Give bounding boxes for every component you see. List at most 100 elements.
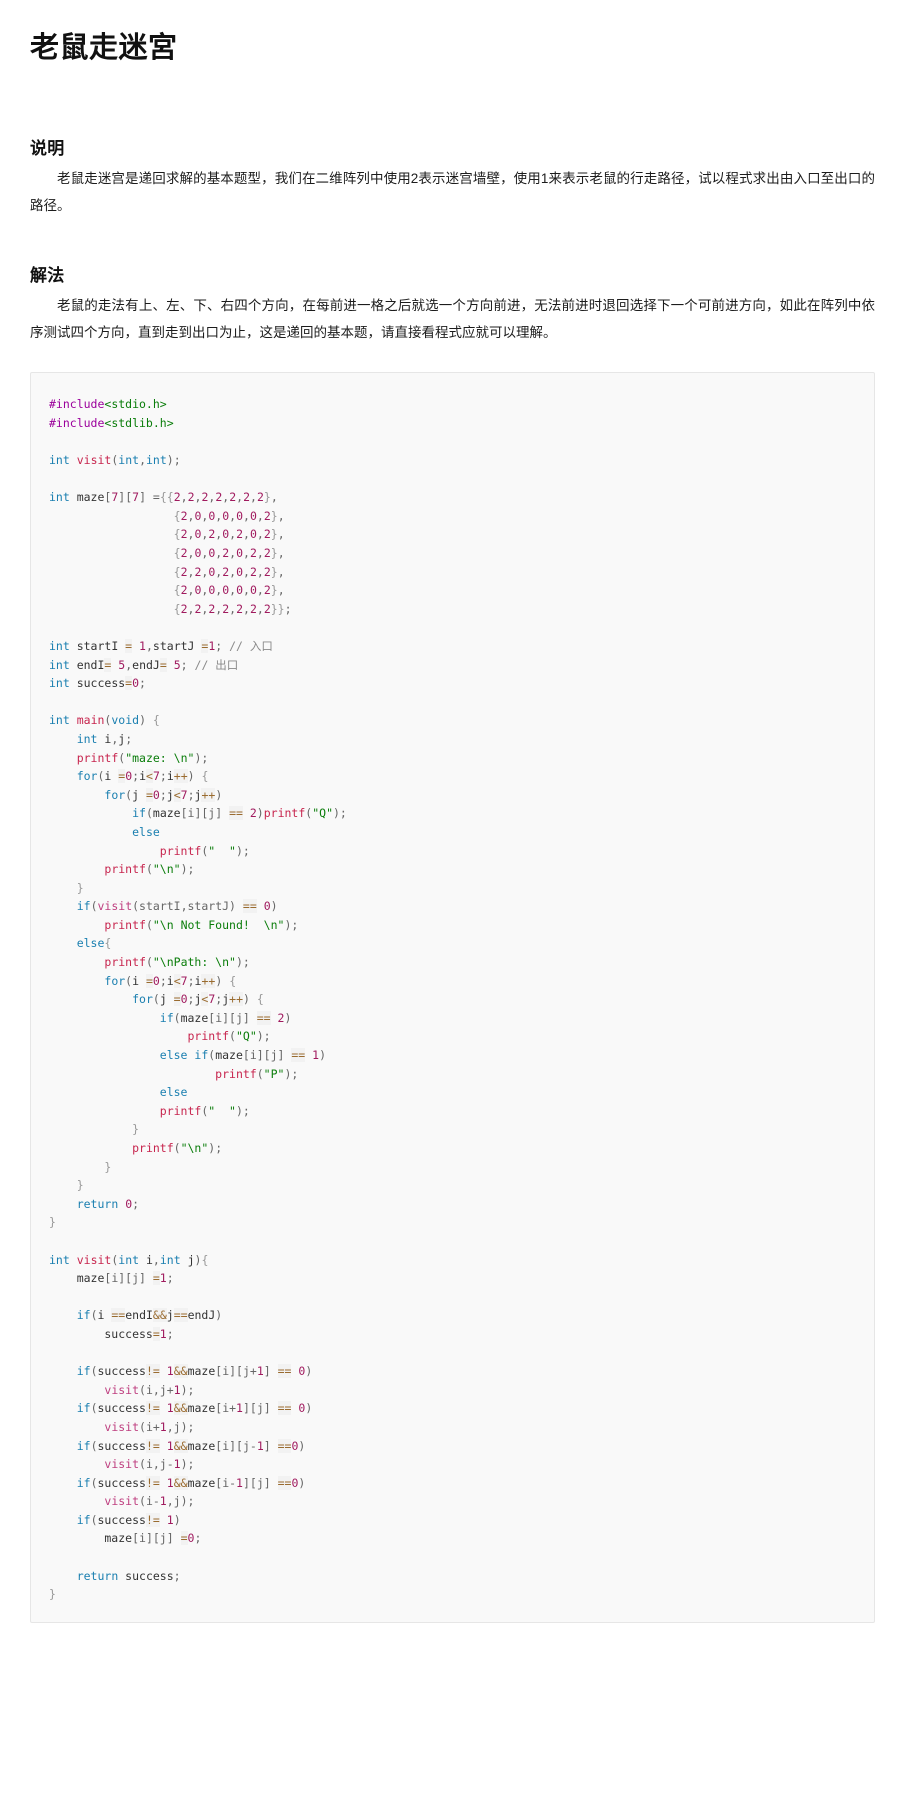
code-token-brc: } [270, 564, 278, 579]
code-token-pn: [i][j] [132, 1531, 181, 1546]
code-line: printf(" "); [49, 842, 856, 861]
code-line: visit(i,j+1); [49, 1381, 856, 1400]
code-token-num: 2 [180, 546, 188, 560]
code-token-k: if [76, 1364, 91, 1379]
code-token-k: int [49, 638, 70, 653]
code-token-pn: ( [229, 1029, 236, 1044]
code-token-id [49, 1401, 77, 1415]
code-token-pn: ); [180, 1457, 195, 1472]
code-token-pn: , [277, 508, 285, 523]
code-token-pn: (i,j- [139, 1457, 174, 1472]
code-token-brc: }} [270, 601, 285, 616]
code-line: } [49, 1120, 856, 1139]
code-token-pn: ; [173, 1568, 181, 1583]
code-token-pn: ; [166, 1326, 174, 1341]
code-line: printf("\n"); [49, 860, 856, 879]
code-token-id [49, 1308, 77, 1322]
code-body[interactable]: #include<stdio.h> #include<stdlib.h> int … [31, 395, 874, 1604]
code-line: if(success!= 1&&maze[i-1][j] ==0) [49, 1474, 856, 1493]
document-page: 老鼠走迷宮 说明 老鼠走迷宫是递回求解的基本题型，我们在二维阵列中使用2表示迷宫… [0, 0, 905, 1653]
code-token-brc: { [173, 583, 181, 598]
code-token-k: return [76, 1196, 119, 1211]
code-token-num: 1 [139, 638, 146, 653]
code-token-k: int [49, 657, 70, 672]
code-token-fn2: visit [104, 1419, 140, 1434]
code-token-brc: { [173, 564, 181, 579]
code-token-id [49, 1085, 160, 1099]
code-token-num: 2 [249, 806, 257, 821]
code-token-id: j [159, 992, 174, 1007]
code-token-brc: { [173, 546, 181, 560]
code-token-k: if [76, 1475, 91, 1490]
code-token-id [49, 583, 174, 597]
code-token-id: endI [125, 1308, 153, 1323]
code-token-fn: printf [263, 806, 306, 821]
code-token-hdr: <stdlib.h> [104, 415, 174, 430]
code-token-brc: } [49, 1587, 56, 1602]
code-token-pn: [i][j] [180, 806, 230, 821]
code-token-op: < [173, 787, 181, 802]
code-token-num: 2 [263, 583, 271, 598]
code-token-fn2: visit [104, 1457, 140, 1472]
code-token-brc: {{ [159, 490, 174, 505]
code-token-pn: , [243, 546, 250, 560]
code-token-num: 1 [166, 1475, 174, 1490]
code-token-id [257, 899, 264, 913]
code-token-num: 2 [243, 490, 251, 505]
code-token-id [49, 1513, 77, 1527]
code-token-k: int [49, 490, 70, 505]
code-token-fn2: visit [104, 1382, 140, 1397]
code-token-pn: ] [263, 1438, 278, 1453]
code-line: int visit(int,int); [49, 451, 856, 470]
code-token-cm: // 入口 [222, 638, 273, 653]
code-token-op: ++ [173, 769, 188, 784]
code-token-pn: , [256, 601, 264, 616]
code-token-pn: , [152, 1252, 160, 1267]
code-block[interactable]: #include<stdio.h> #include<stdlib.h> int … [30, 372, 875, 1623]
code-token-fn: visit [76, 1252, 112, 1267]
section-heading-description: 说明 [30, 139, 65, 159]
code-line: printf("maze: \n"); [49, 749, 856, 768]
code-line: maze[i][j] =1; [49, 1269, 856, 1288]
code-token-op: != [145, 1475, 160, 1490]
code-token-pn: ][j] [242, 1401, 278, 1416]
code-token-brc: } [270, 583, 278, 598]
code-token-str: " " [208, 1103, 236, 1118]
code-token-pn: [i][j] [242, 1048, 292, 1063]
code-token-id: maze [215, 1048, 243, 1063]
code-line: #include<stdio.h> [49, 395, 856, 414]
code-token-brc: { [173, 508, 181, 523]
code-token-id [49, 1569, 77, 1583]
code-token-id [49, 992, 132, 1006]
code-token-pn: ); [166, 453, 181, 468]
code-line: if(i ==endI&&j==endJ) [49, 1306, 856, 1325]
code-token-pn: ); [208, 1141, 223, 1155]
code-token-pn: ; [284, 601, 292, 616]
code-token-id [49, 1029, 187, 1043]
code-token-str: "Q" [312, 806, 333, 821]
code-token-pn: , [256, 508, 264, 523]
code-token-fn: printf [215, 1066, 257, 1081]
code-token-num: 2 [263, 601, 271, 616]
code-token-pn: ); [256, 1029, 271, 1044]
code-token-pn: ) [173, 1512, 181, 1527]
code-token-num: 0 [236, 546, 243, 560]
code-line: if(success!= 1&&maze[i+1][j] == 0) [49, 1399, 856, 1418]
code-token-id [49, 974, 104, 988]
code-line: if(visit(startI,startJ) == 0) [49, 897, 856, 916]
code-token-id: i [104, 769, 119, 784]
code-token-num: 2 [187, 490, 195, 505]
code-token-pn: ) [305, 1401, 313, 1416]
code-line: {2,0,0,2,0,2,2}, [49, 544, 856, 563]
code-token-id: maze [187, 1475, 216, 1490]
code-token-num: 0 [249, 527, 257, 542]
code-line: int i,j; [49, 730, 856, 749]
code-token-id [49, 1439, 77, 1453]
code-token-op: < [146, 769, 153, 784]
code-line: return 0; [49, 1195, 856, 1214]
code-token-num: 2 [256, 490, 264, 505]
code-token-op: && [173, 1401, 188, 1416]
code-token-num: 1 [236, 1401, 243, 1416]
